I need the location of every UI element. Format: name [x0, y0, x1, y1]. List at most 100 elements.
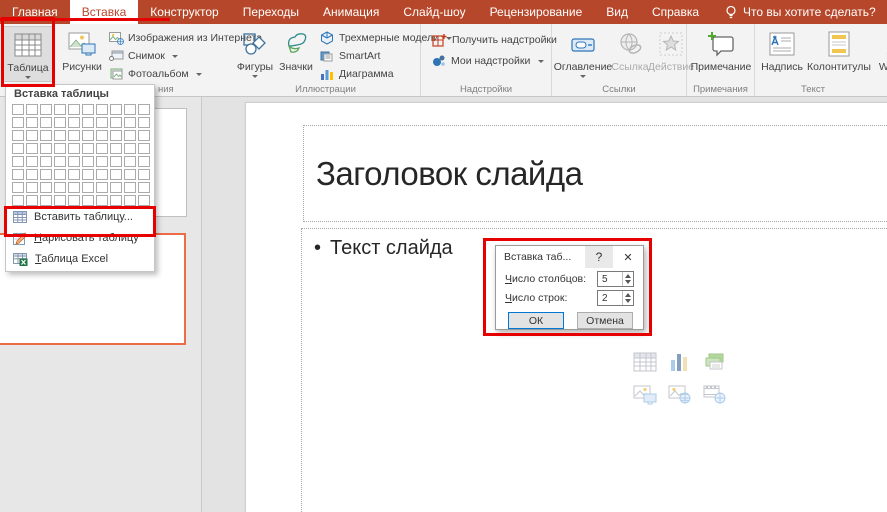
grid-cell[interactable] — [26, 117, 38, 128]
grid-cell[interactable] — [124, 130, 136, 141]
grid-cell[interactable] — [124, 182, 136, 193]
grid-cell[interactable] — [68, 130, 80, 141]
tab-animations[interactable]: Анимация — [311, 0, 391, 24]
grid-cell[interactable] — [82, 182, 94, 193]
grid-cell[interactable] — [96, 169, 108, 180]
grid-cell[interactable] — [12, 130, 24, 141]
grid-cell[interactable] — [40, 117, 52, 128]
icons-button[interactable]: Значки — [276, 26, 316, 82]
grid-cell[interactable] — [124, 143, 136, 154]
grid-cell[interactable] — [96, 130, 108, 141]
grid-cell[interactable] — [26, 169, 38, 180]
grid-cell[interactable] — [82, 156, 94, 167]
grid-cell[interactable] — [54, 169, 66, 180]
grid-cell[interactable] — [110, 143, 122, 154]
grid-cell[interactable] — [26, 195, 38, 206]
grid-cell[interactable] — [138, 117, 150, 128]
tab-insert[interactable]: Вставка — [70, 0, 139, 24]
grid-cell[interactable] — [54, 156, 66, 167]
my-addins-button[interactable]: Мои надстройки — [432, 54, 557, 67]
toc-button[interactable]: Оглавление — [555, 26, 611, 82]
insert-table-menu-item[interactable]: Вставить таблицу... — [6, 207, 154, 227]
grid-cell[interactable] — [82, 169, 94, 180]
grid-cell[interactable] — [110, 182, 122, 193]
draw-table-menu-item[interactable]: Нарисовать таблицу — [6, 228, 154, 248]
dialog-help-button[interactable]: ? — [585, 246, 613, 268]
columns-spinbox[interactable]: 5 — [597, 271, 634, 287]
wordart-button[interactable]: WordArt — [872, 26, 887, 82]
grid-cell[interactable] — [110, 117, 122, 128]
grid-cell[interactable] — [68, 156, 80, 167]
grid-cell[interactable] — [26, 156, 38, 167]
grid-cell[interactable] — [138, 130, 150, 141]
insert-smartart-placeholder-icon[interactable] — [703, 352, 727, 372]
excel-table-menu-item[interactable]: Таблица Excel — [6, 249, 154, 269]
grid-cell[interactable] — [68, 143, 80, 154]
grid-cell[interactable] — [12, 195, 24, 206]
get-addins-button[interactable]: Получить надстройки — [432, 33, 557, 47]
spin-down-icon[interactable] — [625, 299, 631, 303]
grid-cell[interactable] — [82, 130, 94, 141]
grid-cell[interactable] — [12, 169, 24, 180]
grid-cell[interactable] — [54, 143, 66, 154]
grid-cell[interactable] — [26, 130, 38, 141]
grid-cell[interactable] — [110, 195, 122, 206]
grid-cell[interactable] — [26, 182, 38, 193]
grid-cell[interactable] — [138, 169, 150, 180]
grid-cell[interactable] — [138, 182, 150, 193]
grid-cell[interactable] — [68, 169, 80, 180]
grid-cell[interactable] — [138, 104, 150, 115]
grid-cell[interactable] — [12, 104, 24, 115]
grid-cell[interactable] — [26, 104, 38, 115]
online-pictures-placeholder-icon[interactable] — [668, 385, 692, 405]
grid-cell[interactable] — [96, 143, 108, 154]
grid-cell[interactable] — [124, 104, 136, 115]
tab-help[interactable]: Справка — [640, 0, 711, 24]
grid-cell[interactable] — [110, 169, 122, 180]
tab-home[interactable]: Главная — [0, 0, 70, 24]
grid-cell[interactable] — [110, 130, 122, 141]
comment-button[interactable]: Примечание — [690, 26, 752, 82]
grid-cell[interactable] — [124, 156, 136, 167]
dialog-titlebar[interactable]: Вставка таб... ? ✕ — [496, 246, 643, 268]
tell-me-box[interactable]: Что вы хотите сделать? — [725, 0, 876, 24]
grid-cell[interactable] — [124, 195, 136, 206]
grid-cell[interactable] — [110, 156, 122, 167]
grid-cell[interactable] — [40, 104, 52, 115]
grid-cell[interactable] — [54, 182, 66, 193]
spin-up-icon[interactable] — [625, 274, 631, 278]
grid-cell[interactable] — [40, 130, 52, 141]
grid-cell[interactable] — [96, 117, 108, 128]
header-footer-button[interactable]: Колонтитулы — [806, 26, 872, 82]
grid-cell[interactable] — [138, 156, 150, 167]
grid-cell[interactable] — [40, 156, 52, 167]
grid-cell[interactable] — [68, 182, 80, 193]
grid-cell[interactable] — [96, 195, 108, 206]
grid-cell[interactable] — [68, 195, 80, 206]
grid-cell[interactable] — [138, 195, 150, 206]
grid-cell[interactable] — [110, 104, 122, 115]
grid-cell[interactable] — [12, 182, 24, 193]
grid-cell[interactable] — [40, 143, 52, 154]
shapes-button[interactable]: Фигуры — [234, 26, 276, 82]
ok-button[interactable]: ОК — [508, 312, 564, 329]
grid-cell[interactable] — [82, 143, 94, 154]
insert-chart-placeholder-icon[interactable] — [668, 352, 692, 372]
pictures-button[interactable]: Рисунки — [59, 26, 105, 82]
tab-transitions[interactable]: Переходы — [231, 0, 311, 24]
grid-cell[interactable] — [54, 104, 66, 115]
grid-cell[interactable] — [96, 156, 108, 167]
grid-cell[interactable] — [40, 169, 52, 180]
grid-cell[interactable] — [54, 195, 66, 206]
grid-cell[interactable] — [26, 143, 38, 154]
tab-view[interactable]: Вид — [594, 0, 640, 24]
insert-table-placeholder-icon[interactable] — [633, 352, 657, 372]
grid-cell[interactable] — [68, 117, 80, 128]
grid-cell[interactable] — [124, 169, 136, 180]
grid-cell[interactable] — [82, 195, 94, 206]
table-button[interactable]: Таблица — [3, 26, 53, 82]
dialog-close-button[interactable]: ✕ — [613, 246, 643, 268]
grid-cell[interactable] — [96, 182, 108, 193]
grid-cell[interactable] — [96, 104, 108, 115]
rows-spinbox[interactable]: 2 — [597, 290, 634, 306]
